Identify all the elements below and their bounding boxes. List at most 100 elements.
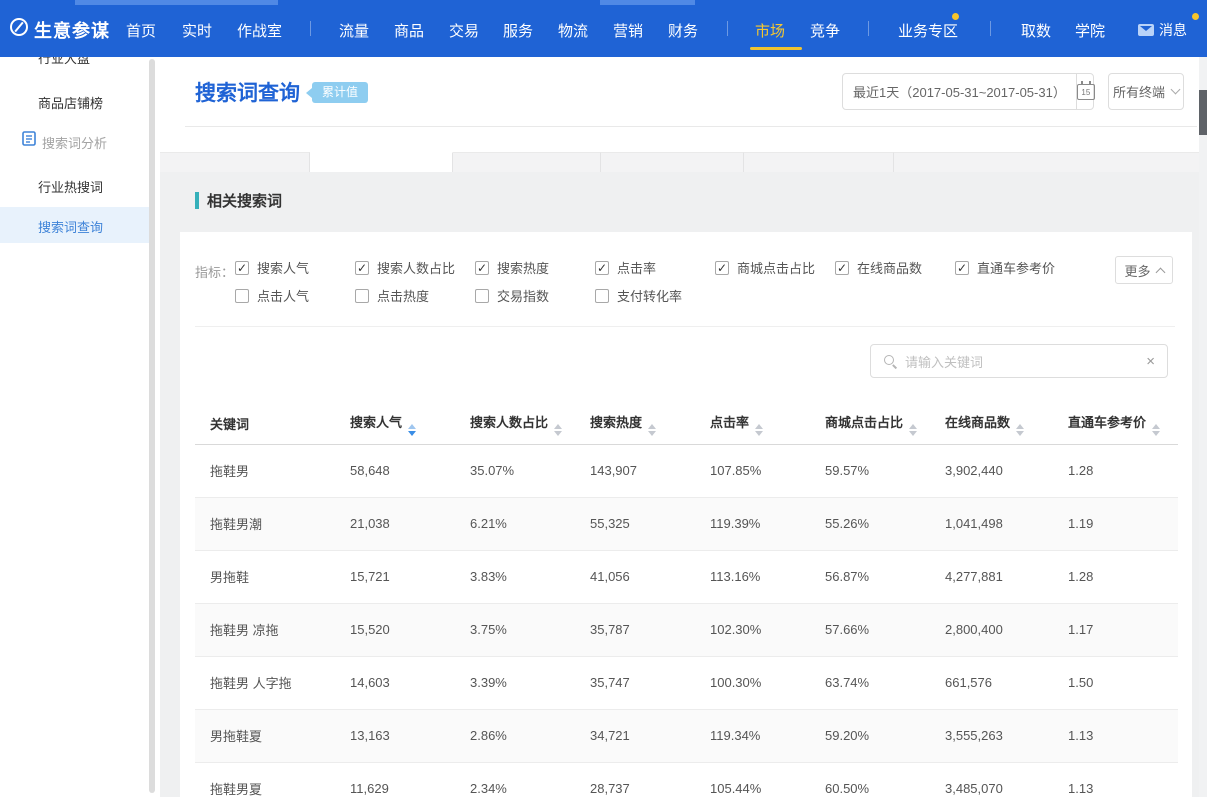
nav-item-logistics[interactable]: 物流 [558, 20, 588, 41]
metric-checkbox-online-products[interactable]: 在线商品数 [835, 258, 922, 277]
checkbox-unchecked-icon [355, 289, 369, 303]
value-cell: 35.07% [470, 444, 590, 497]
keyword-link[interactable]: 拖鞋男 人字拖 [195, 656, 350, 709]
keyword-link[interactable]: 拖鞋男夏 [195, 762, 350, 797]
keyword-link[interactable]: 男拖鞋 [195, 550, 350, 603]
nav-item-products[interactable]: 商品 [394, 20, 424, 41]
header-divider [185, 126, 1197, 127]
table-row: 男拖鞋夏 13,163 2.86% 34,721 119.34% 59.20% … [195, 709, 1178, 762]
checkbox-checked-icon [235, 261, 249, 275]
sidebar-item-search-term-analysis[interactable]: 搜索词分析 [42, 133, 107, 152]
value-cell: 35,787 [590, 603, 710, 656]
section-title: 相关搜索词 [207, 190, 282, 211]
col-header-mall-click-share[interactable]: 商城点击占比 [825, 404, 945, 444]
tab-6[interactable] [894, 152, 1207, 172]
nav-item-academy[interactable]: 学院 [1075, 20, 1105, 41]
brand-name[interactable]: 生意参谋 [34, 17, 110, 43]
metric-checkbox-trade-index[interactable]: 交易指数 [475, 286, 549, 305]
value-cell: 28,737 [590, 762, 710, 797]
nav-item-home[interactable]: 首页 [126, 20, 156, 41]
sort-icon[interactable] [648, 424, 656, 436]
nav-top-strip [600, 0, 695, 5]
date-range-picker[interactable]: 最近1天（2017-05-31~2017-05-31） 15 [842, 73, 1094, 110]
col-header-ztc-price[interactable]: 直通车参考价 [1068, 404, 1178, 444]
nav-item-data-fetch[interactable]: 取数 [1021, 20, 1051, 41]
tab-2-active[interactable] [310, 152, 453, 172]
table-row: 拖鞋男 人字拖 14,603 3.39% 35,747 100.30% 63.7… [195, 656, 1178, 709]
metric-checkbox-click-heat[interactable]: 点击热度 [355, 286, 429, 305]
sort-icon[interactable] [909, 424, 917, 436]
sidebar: 行业大盘 商品店铺榜 搜索词分析 行业热搜词 搜索词查询 [0, 57, 160, 797]
value-cell: 56.87% [825, 550, 945, 603]
tab-1[interactable] [160, 152, 310, 172]
sort-icon[interactable] [1016, 424, 1024, 436]
sort-icon[interactable] [755, 424, 763, 436]
tab-3[interactable] [453, 152, 601, 172]
metric-checkbox-search-popularity[interactable]: 搜索人气 [235, 258, 309, 277]
sidebar-item-search-term-query[interactable]: 搜索词查询 [38, 217, 103, 236]
sort-icon[interactable] [408, 424, 416, 436]
keyword-link[interactable]: 男拖鞋夏 [195, 709, 350, 762]
value-cell: 119.34% [710, 709, 825, 762]
metric-checkbox-pay-conversion[interactable]: 支付转化率 [595, 286, 682, 305]
nav-divider [868, 21, 869, 36]
value-cell: 105.44% [710, 762, 825, 797]
sidebar-scrollbar-thumb[interactable] [149, 59, 155, 793]
table-row: 拖鞋男潮 21,038 6.21% 55,325 119.39% 55.26% … [195, 497, 1178, 550]
col-header-ctr[interactable]: 点击率 [710, 404, 825, 444]
metric-checkbox-search-heat[interactable]: 搜索热度 [475, 258, 549, 277]
col-header-search-popularity[interactable]: 搜索人气 [350, 404, 470, 444]
nav-item-business-zone[interactable]: 业务专区 [898, 20, 958, 41]
keyword-search-input[interactable]: 请输入关键词 [870, 344, 1168, 378]
checkbox-checked-icon [595, 261, 609, 275]
value-cell: 4,277,881 [945, 550, 1068, 603]
nav-item-realtime[interactable]: 实时 [182, 20, 212, 41]
nav-item-service[interactable]: 服务 [503, 20, 533, 41]
value-cell: 59.57% [825, 444, 945, 497]
value-cell: 21,038 [350, 497, 470, 550]
notification-dot [1192, 13, 1199, 20]
section-accent-bar [195, 192, 199, 209]
terminal-dropdown[interactable]: 所有终端 [1108, 73, 1184, 110]
metric-checkbox-mall-click-share[interactable]: 商城点击占比 [715, 258, 815, 277]
more-button[interactable]: 更多 [1115, 256, 1173, 284]
nav-item-traffic[interactable]: 流量 [339, 20, 369, 41]
chevron-up-icon [1155, 267, 1165, 277]
keyword-link[interactable]: 拖鞋男 凉拖 [195, 603, 350, 656]
tab-4[interactable] [601, 152, 744, 172]
brand-compass-icon[interactable] [10, 18, 28, 36]
sort-icon[interactable] [554, 424, 562, 436]
active-tab-underline [750, 47, 802, 50]
page-scrollbar-thumb[interactable] [1199, 90, 1207, 135]
col-header-search-heat[interactable]: 搜索热度 [590, 404, 710, 444]
tab-5[interactable] [744, 152, 894, 172]
clear-icon[interactable] [1146, 354, 1155, 369]
filters-divider [195, 326, 1175, 327]
nav-item-war-room[interactable]: 作战室 [237, 20, 282, 41]
metric-checkbox-click-popularity[interactable]: 点击人气 [235, 286, 309, 305]
col-header-online-products[interactable]: 在线商品数 [945, 404, 1068, 444]
col-header-searcher-share[interactable]: 搜索人数占比 [470, 404, 590, 444]
value-cell: 14,603 [350, 656, 470, 709]
keyword-link[interactable]: 拖鞋男潮 [195, 497, 350, 550]
nav-top-strip [75, 0, 278, 5]
sidebar-item-industry-hot-words[interactable]: 行业热搜词 [38, 177, 103, 196]
value-cell: 100.30% [710, 656, 825, 709]
keywords-table: 关键词 搜索人气 搜索人数占比 搜索热度 点击率 商城点击占比 在线商品数 直通… [195, 404, 1178, 797]
messages-button[interactable]: 消息 [1138, 20, 1187, 40]
metric-checkbox-ztc-price[interactable]: 直通车参考价 [955, 258, 1055, 277]
nav-item-trade[interactable]: 交易 [449, 20, 479, 41]
sidebar-item-product-shop-rank[interactable]: 商品店铺榜 [38, 93, 103, 112]
nav-item-marketing[interactable]: 营销 [613, 20, 643, 41]
nav-item-market[interactable]: 市场 [755, 20, 785, 41]
metric-checkbox-searcher-share[interactable]: 搜索人数占比 [355, 258, 455, 277]
sort-icon[interactable] [1152, 424, 1160, 436]
calendar-button[interactable]: 15 [1076, 74, 1095, 109]
value-cell: 3,555,263 [945, 709, 1068, 762]
nav-divider [310, 21, 311, 36]
value-cell: 55.26% [825, 497, 945, 550]
nav-item-finance[interactable]: 财务 [668, 20, 698, 41]
search-analysis-icon [22, 131, 36, 146]
nav-item-competition[interactable]: 竞争 [810, 20, 840, 41]
metric-checkbox-ctr[interactable]: 点击率 [595, 258, 656, 277]
